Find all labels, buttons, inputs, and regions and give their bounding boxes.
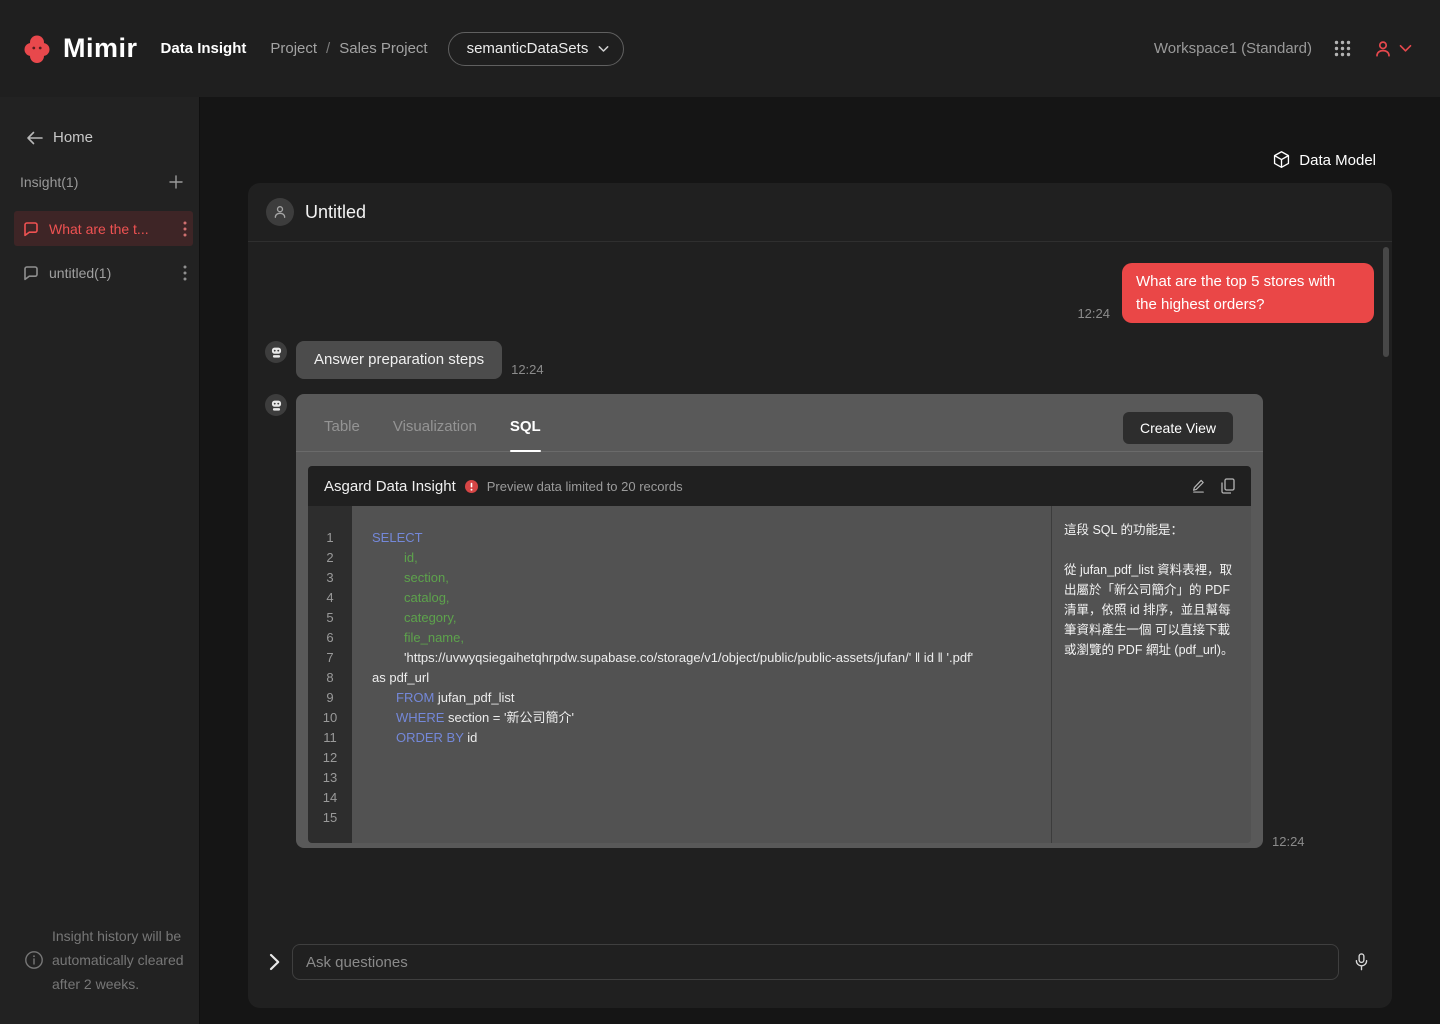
chevron-down-icon bbox=[598, 45, 609, 53]
chat-header: Untitled bbox=[248, 183, 1392, 242]
bot-result-row: Table Visualization SQL Create View Asga… bbox=[265, 394, 1263, 848]
edit-icon[interactable] bbox=[1191, 478, 1206, 494]
sql-panel-title: Asgard Data Insight bbox=[324, 478, 456, 495]
result-card: Table Visualization SQL Create View Asga… bbox=[296, 394, 1263, 848]
item-more-icon[interactable] bbox=[183, 221, 187, 237]
create-view-button[interactable]: Create View bbox=[1123, 412, 1233, 444]
breadcrumb: Project / Sales Project bbox=[270, 40, 427, 57]
sidebar-item-label: untitled(1) bbox=[49, 265, 111, 281]
chat-title: Untitled bbox=[305, 202, 366, 223]
bot-avatar-icon bbox=[265, 394, 287, 416]
nav-item-data-insight[interactable]: Data Insight bbox=[161, 40, 247, 57]
preview-limit-notice: Preview data limited to 20 records bbox=[487, 479, 683, 494]
data-model-label: Data Model bbox=[1299, 152, 1376, 169]
mimir-logo-icon bbox=[24, 34, 50, 64]
message-timestamp: 12:24 bbox=[1077, 306, 1110, 323]
dataset-selector-value: semanticDataSets bbox=[467, 40, 589, 57]
account-menu[interactable] bbox=[1373, 39, 1412, 59]
cube-icon bbox=[1272, 150, 1291, 170]
result-tabs: Table Visualization SQL bbox=[296, 394, 1263, 452]
sql-body: 123456789101112131415 SELECTid,section,c… bbox=[308, 506, 1251, 843]
sidebar-item-untitled[interactable]: untitled(1) bbox=[14, 255, 193, 290]
item-more-icon[interactable] bbox=[183, 265, 187, 281]
tab-table[interactable]: Table bbox=[324, 402, 360, 452]
bot-avatar-icon bbox=[265, 341, 287, 363]
sidebar-home-label: Home bbox=[53, 129, 93, 146]
sql-header-actions bbox=[1191, 478, 1235, 494]
message-timestamp: 12:24 bbox=[1272, 834, 1305, 851]
apps-grid-icon[interactable] bbox=[1334, 40, 1351, 57]
dataset-selector[interactable]: semanticDataSets bbox=[448, 32, 625, 66]
brand[interactable]: Mimir bbox=[24, 33, 138, 64]
sql-panel-header: Asgard Data Insight Preview data limited… bbox=[308, 466, 1251, 506]
workspace-label: Workspace1 (Standard) bbox=[1154, 40, 1312, 57]
copy-icon[interactable] bbox=[1221, 478, 1235, 494]
data-model-button[interactable]: Data Model bbox=[1272, 150, 1376, 170]
sidebar-footer-note: Insight history will be automatically cl… bbox=[0, 924, 200, 996]
chat-scrollbar[interactable] bbox=[1383, 247, 1389, 357]
sidebar-section-label: Insight(1) bbox=[20, 174, 78, 190]
chat-bubble-icon bbox=[22, 264, 40, 282]
breadcrumb-separator: / bbox=[326, 40, 330, 57]
ask-question-input[interactable] bbox=[292, 944, 1339, 980]
tab-sql[interactable]: SQL bbox=[510, 402, 541, 452]
sidebar-section-insight: Insight(1) bbox=[20, 174, 184, 190]
sidebar-item-insight-active[interactable]: What are the t... bbox=[14, 211, 193, 246]
user-message-bubble: What are the top 5 stores with the highe… bbox=[1122, 263, 1374, 323]
account-chevron-down-icon bbox=[1399, 44, 1412, 53]
chat-panel: Untitled 12:24 What are the top 5 stores… bbox=[248, 183, 1392, 1008]
info-icon bbox=[24, 950, 44, 970]
user-icon bbox=[1373, 39, 1393, 59]
footer-note-text: Insight history will be automatically cl… bbox=[52, 924, 184, 996]
top-navbar: Mimir Data Insight Project / Sales Proje… bbox=[0, 0, 1440, 97]
chat-avatar bbox=[266, 198, 294, 226]
question-input-row bbox=[248, 944, 1392, 980]
sidebar: Home Insight(1) What are the t... untitl… bbox=[0, 97, 200, 1024]
breadcrumb-current[interactable]: Sales Project bbox=[339, 40, 427, 57]
sql-code-lines[interactable]: SELECTid,section,catalog,category,file_n… bbox=[352, 506, 1051, 843]
sql-explanation: 這段 SQL 的功能是： 從 jufan_pdf_list 資料表裡，取出屬於「… bbox=[1051, 506, 1251, 843]
sidebar-home-link[interactable]: Home bbox=[26, 129, 199, 146]
add-insight-button[interactable] bbox=[168, 174, 184, 190]
sidebar-item-label: What are the t... bbox=[49, 221, 149, 237]
navbar-right: Workspace1 (Standard) bbox=[1154, 39, 1412, 59]
sql-panel: Asgard Data Insight Preview data limited… bbox=[308, 466, 1251, 843]
bot-steps-row: Answer preparation steps 12:24 bbox=[265, 341, 544, 379]
message-timestamp: 12:24 bbox=[511, 362, 544, 379]
microphone-icon[interactable] bbox=[1353, 952, 1370, 972]
brand-name: Mimir bbox=[63, 33, 138, 64]
sql-gutter: 123456789101112131415 bbox=[308, 506, 352, 843]
tab-visualization[interactable]: Visualization bbox=[393, 402, 477, 452]
chevron-right-icon[interactable] bbox=[269, 953, 280, 971]
alert-icon bbox=[465, 480, 478, 493]
chat-bubble-icon bbox=[22, 220, 40, 238]
breadcrumb-project[interactable]: Project bbox=[270, 40, 317, 57]
main-area: Data Model Untitled 12:24 What are the t… bbox=[201, 97, 1440, 1024]
arrow-left-icon bbox=[26, 131, 43, 145]
user-message-row: 12:24 What are the top 5 stores with the… bbox=[1077, 263, 1374, 323]
answer-steps-bubble[interactable]: Answer preparation steps bbox=[296, 341, 502, 379]
